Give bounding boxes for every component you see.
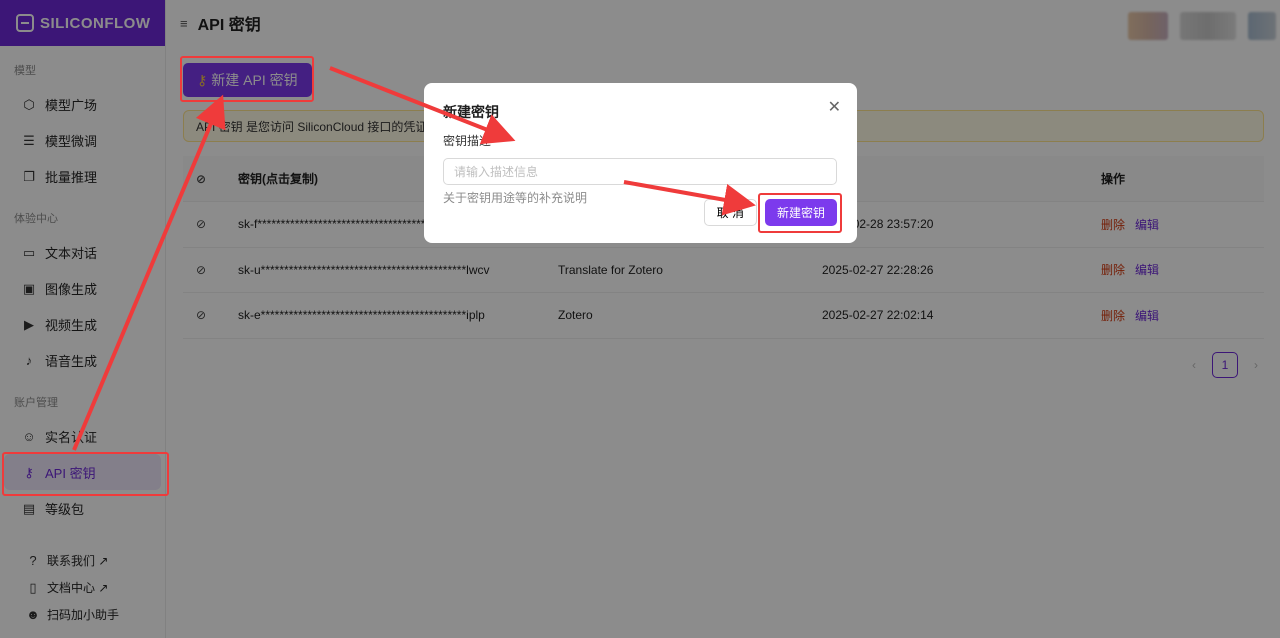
create-key-button[interactable]: 新建密钥 [764,199,837,226]
cancel-button[interactable]: 取 消 [703,199,757,226]
close-icon[interactable]: ✕ [828,97,841,117]
field-label: 密钥描述 [443,134,492,148]
new-key-dialog: 新建密钥 ✕ 密钥描述 关于密钥用途等的补充说明 取 消 新建密钥 [424,83,857,243]
dialog-actions: 取 消 新建密钥 [703,199,837,226]
key-description-input[interactable] [443,158,837,185]
dialog-title: 新建密钥 [443,104,499,120]
